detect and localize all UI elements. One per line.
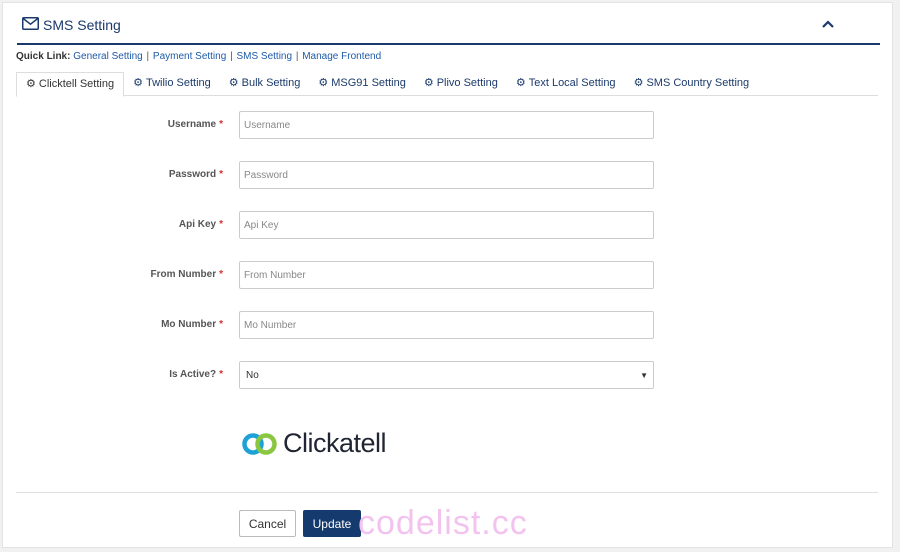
gear-icon: ⚙: [423, 77, 434, 89]
form-divider: [16, 492, 878, 493]
clickatell-logo: Clickatell: [241, 428, 387, 459]
quick-links: Quick Link: General Setting | Payment Se…: [16, 51, 381, 62]
watermark: codelist.cc: [358, 504, 528, 542]
password-row: Password *: [0, 161, 900, 189]
api-key-row: Api Key *: [0, 211, 900, 239]
tab-plivo-setting[interactable]: ⚙ Plivo Setting: [415, 72, 507, 96]
panel-title: SMS Setting: [22, 17, 121, 33]
gear-icon: ⚙: [228, 77, 239, 89]
api-key-input[interactable]: [239, 211, 654, 239]
quick-link-sms-setting[interactable]: SMS Setting: [236, 51, 292, 62]
tab-label: Twilio Setting: [145, 77, 211, 89]
required-mark: *: [219, 319, 223, 330]
is-active-value: No: [246, 369, 259, 381]
tab-label: Clicktell Setting: [38, 78, 115, 90]
is-active-select[interactable]: No ▼: [239, 361, 654, 389]
clickatell-logo-mark: [242, 432, 277, 455]
from-number-input[interactable]: [239, 261, 654, 289]
is-active-label: Is Active? *: [169, 369, 223, 380]
required-mark: *: [219, 269, 223, 280]
tab-bulk-setting[interactable]: ⚙ Bulk Setting: [220, 72, 310, 96]
tab-sms-country-setting[interactable]: ⚙ SMS Country Setting: [625, 72, 759, 96]
tab-label: Text Local Setting: [528, 77, 616, 89]
required-mark: *: [219, 169, 223, 180]
password-label: Password *: [168, 169, 223, 180]
tab-label: Bulk Setting: [241, 77, 301, 89]
tab-msg91-setting[interactable]: ⚙ MSG91 Setting: [309, 72, 414, 96]
tab-clicktell-setting[interactable]: ⚙ Clicktell Setting: [16, 72, 125, 97]
panel-title-text: SMS Setting: [43, 17, 121, 33]
quick-link-payment-setting[interactable]: Payment Setting: [153, 51, 226, 62]
clickatell-logo-text: Clickatell: [283, 428, 387, 458]
gear-icon: ⚙: [26, 78, 36, 90]
mo-number-input[interactable]: [239, 311, 654, 339]
api-key-label: Api Key *: [178, 219, 223, 230]
quick-link-separator: |: [295, 51, 299, 62]
panel-header: SMS Setting: [17, 15, 880, 45]
quick-link-separator: |: [230, 51, 233, 62]
settings-tabs: ⚙ Clicktell Setting ⚙ Twilio Setting ⚙ B…: [16, 72, 878, 97]
update-button[interactable]: Update: [303, 510, 361, 537]
required-mark: *: [219, 369, 223, 380]
caret-down-icon: ▼: [640, 371, 648, 380]
mo-number-label: Mo Number *: [161, 319, 223, 330]
gear-icon: ⚙: [515, 77, 526, 89]
username-input[interactable]: [239, 111, 654, 139]
username-row: Username *: [0, 111, 900, 139]
quick-link-separator: |: [146, 51, 150, 62]
tab-text-local-setting[interactable]: ⚙ Text Local Setting: [507, 72, 625, 96]
quick-link-general-setting[interactable]: General Setting: [73, 51, 143, 62]
password-input[interactable]: [239, 161, 654, 189]
chevron-up-icon[interactable]: [820, 18, 836, 32]
username-label: Username *: [167, 119, 223, 130]
quick-link-manage-frontend[interactable]: Manage Frontend: [302, 51, 381, 62]
gear-icon: ⚙: [133, 77, 143, 89]
required-mark: *: [219, 119, 223, 130]
gear-icon: ⚙: [318, 77, 329, 89]
gear-icon: ⚙: [633, 77, 644, 89]
from-number-row: From Number *: [0, 261, 900, 289]
from-number-label: From Number *: [150, 269, 223, 280]
quick-link-label: Quick Link:: [16, 51, 71, 62]
mo-number-row: Mo Number *: [0, 311, 900, 339]
tab-twilio-setting[interactable]: ⚙ Twilio Setting: [124, 72, 220, 96]
tab-label: MSG91 Setting: [331, 77, 406, 89]
required-mark: *: [219, 219, 223, 230]
is-active-row: Is Active? * No ▼: [0, 361, 900, 389]
cancel-button[interactable]: Cancel: [239, 510, 296, 537]
envelope-icon: [22, 17, 43, 33]
tab-label: SMS Country Setting: [646, 77, 750, 89]
tab-label: Plivo Setting: [436, 77, 498, 89]
